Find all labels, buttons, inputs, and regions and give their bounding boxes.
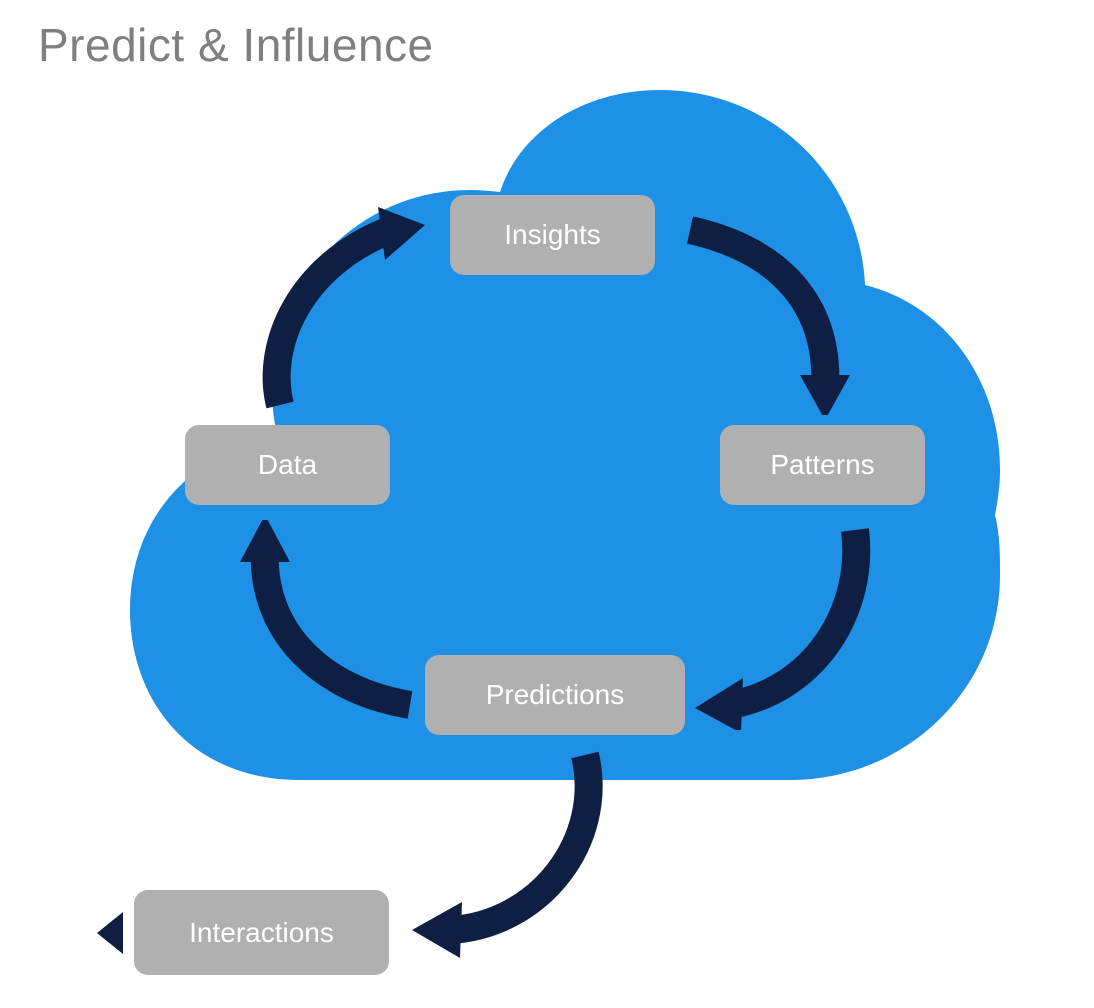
node-data-label: Data xyxy=(258,449,317,481)
arrow-patterns-to-predictions xyxy=(685,520,885,730)
arrow-insights-to-patterns xyxy=(670,205,870,415)
node-insights: Insights xyxy=(450,195,655,275)
node-data: Data xyxy=(185,425,390,505)
arrow-predictions-to-interactions xyxy=(400,750,630,960)
node-patterns: Patterns xyxy=(720,425,925,505)
node-interactions-label: Interactions xyxy=(189,917,334,949)
cloud-diagram: Insights Patterns Predictions Data xyxy=(130,90,1000,790)
arrow-data-to-insights xyxy=(250,205,450,415)
node-insights-label: Insights xyxy=(504,219,601,251)
node-predictions-label: Predictions xyxy=(486,679,625,711)
page-title: Predict & Influence xyxy=(38,18,434,72)
node-interactions: Interactions xyxy=(134,890,389,975)
node-patterns-label: Patterns xyxy=(770,449,874,481)
node-predictions: Predictions xyxy=(425,655,685,735)
arrow-predictions-to-data xyxy=(230,520,430,730)
exit-arrow-icon xyxy=(95,912,125,959)
